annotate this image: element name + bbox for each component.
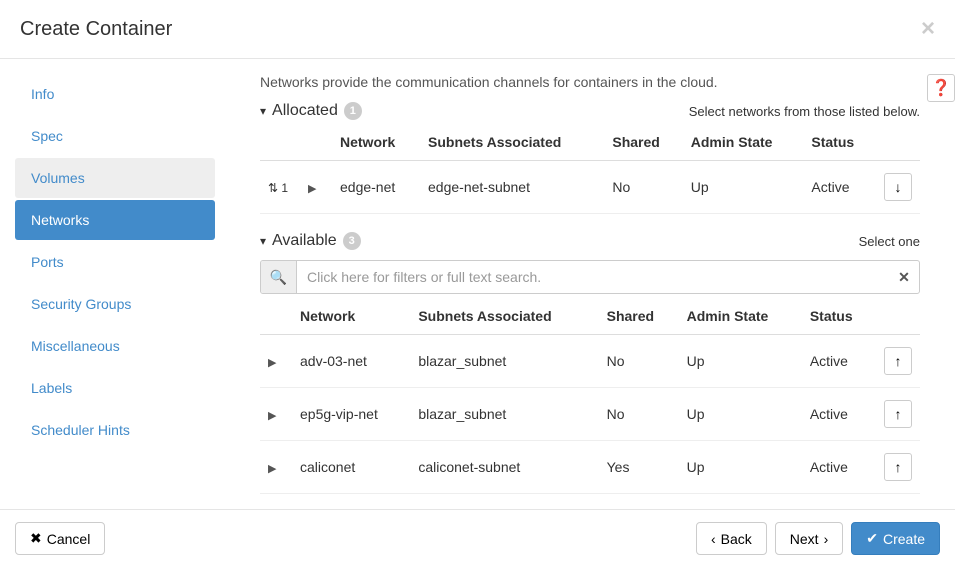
chevron-right-icon: › (824, 531, 829, 547)
cell-admin: Up (679, 335, 802, 388)
cell-status: Active (802, 388, 876, 441)
sidebar-item-ports[interactable]: Ports (15, 242, 215, 282)
sidebar-item-miscellaneous[interactable]: Miscellaneous (15, 326, 215, 366)
check-icon: ✔ (866, 530, 878, 547)
cell-shared: No (599, 388, 679, 441)
cell-shared: No (604, 161, 682, 214)
col-status: Status (803, 124, 876, 161)
col-subnets: Subnets Associated (420, 124, 604, 161)
col-status: Status (802, 298, 876, 335)
cancel-button[interactable]: ✖ Cancel (15, 522, 105, 555)
chevron-right-icon[interactable]: ▶ (268, 462, 280, 475)
allocated-count-badge: 1 (344, 102, 362, 120)
col-subnets: Subnets Associated (410, 298, 598, 335)
allocated-title: Allocated (272, 102, 338, 120)
back-label: Back (721, 531, 752, 547)
cell-subnets: blazar_subnet (410, 388, 598, 441)
modal-title: Create Container (20, 18, 172, 41)
sidebar-item-volumes[interactable]: Volumes (15, 158, 215, 198)
next-button[interactable]: Next › (775, 522, 843, 555)
sidebar-item-networks[interactable]: Networks (15, 200, 215, 240)
add-button[interactable]: ↑ (884, 347, 912, 375)
search-icon[interactable]: 🔍 (261, 261, 297, 293)
table-row: ▶ adv-03-netblazar_subnetNoUpActive ↑ (260, 335, 920, 388)
intro-text: Networks provide the communication chann… (260, 74, 920, 90)
col-network: Network (332, 124, 420, 161)
table-row: ⇅ 1 ▶ edge-netedge-net-subnetNoUpActive ↓ (260, 161, 920, 214)
add-button[interactable]: ↑ (884, 400, 912, 428)
allocated-hint: Select networks from those listed below. (689, 104, 920, 119)
cell-network: adv-03-net (292, 335, 410, 388)
next-label: Next (790, 531, 819, 547)
search-input[interactable] (297, 261, 889, 293)
question-icon: ❓ (931, 78, 951, 98)
back-button[interactable]: ‹ Back (696, 522, 767, 555)
col-shared: Shared (599, 298, 679, 335)
create-label: Create (883, 531, 925, 547)
sidebar: InfoSpecVolumesNetworksPortsSecurity Gro… (15, 74, 225, 494)
table-row: ▶ ep5g-vip-netblazar_subnetNoUpActive ↑ (260, 388, 920, 441)
chevron-right-icon[interactable]: ▶ (268, 356, 280, 369)
col-action (876, 298, 920, 335)
chevron-right-icon[interactable]: ▶ (308, 182, 320, 195)
cell-shared: No (599, 335, 679, 388)
col-reorder (260, 124, 300, 161)
available-count-badge: 3 (343, 232, 361, 250)
create-button[interactable]: ✔ Create (851, 522, 940, 555)
chevron-down-icon: ▾ (260, 104, 266, 118)
cell-status: Active (802, 441, 876, 494)
table-row: ▶ caliconetcaliconet-subnetYesUpActive ↑ (260, 441, 920, 494)
sidebar-item-info[interactable]: Info (15, 74, 215, 114)
arrow-up-icon: ↑ (895, 353, 902, 369)
clear-search-icon[interactable]: ✕ (889, 261, 919, 293)
col-admin: Admin State (683, 124, 804, 161)
help-button[interactable]: ❓ (927, 74, 955, 102)
cell-admin: Up (679, 388, 802, 441)
available-table: Network Subnets Associated Shared Admin … (260, 298, 920, 494)
col-action (876, 124, 920, 161)
add-button[interactable]: ↑ (884, 453, 912, 481)
remove-button[interactable]: ↓ (884, 173, 912, 201)
col-shared: Shared (604, 124, 682, 161)
available-title: Available (272, 232, 337, 250)
cell-admin: Up (679, 441, 802, 494)
cell-subnets: blazar_subnet (410, 335, 598, 388)
sidebar-item-spec[interactable]: Spec (15, 116, 215, 156)
allocated-table: Network Subnets Associated Shared Admin … (260, 124, 920, 214)
arrow-up-icon: ↑ (895, 459, 902, 475)
reorder-handle[interactable]: ⇅ 1 (268, 181, 288, 195)
chevron-right-icon[interactable]: ▶ (268, 409, 280, 422)
cell-network: caliconet (292, 441, 410, 494)
chevron-down-icon: ▾ (260, 234, 266, 248)
cell-network: edge-net (332, 161, 420, 214)
main-panel: Networks provide the communication chann… (225, 74, 940, 494)
allocated-toggle[interactable]: ▾ Allocated 1 (260, 102, 362, 120)
cell-status: Active (803, 161, 876, 214)
sidebar-item-security-groups[interactable]: Security Groups (15, 284, 215, 324)
cell-subnets: edge-net-subnet (420, 161, 604, 214)
cancel-label: Cancel (47, 531, 91, 547)
chevron-left-icon: ‹ (711, 531, 716, 547)
close-icon[interactable]: × (921, 15, 935, 43)
cell-admin: Up (683, 161, 804, 214)
cell-subnets: caliconet-subnet (410, 441, 598, 494)
col-network: Network (292, 298, 410, 335)
sidebar-item-scheduler-hints[interactable]: Scheduler Hints (15, 410, 215, 450)
close-icon: ✖ (30, 530, 42, 547)
cell-shared: Yes (599, 441, 679, 494)
cell-network: ep5g-vip-net (292, 388, 410, 441)
sidebar-item-labels[interactable]: Labels (15, 368, 215, 408)
search-bar: 🔍 ✕ (260, 260, 920, 294)
available-hint: Select one (859, 234, 920, 249)
col-expand (300, 124, 332, 161)
col-admin: Admin State (679, 298, 802, 335)
col-expand (260, 298, 292, 335)
arrow-down-icon: ↓ (895, 179, 902, 195)
available-toggle[interactable]: ▾ Available 3 (260, 232, 361, 250)
arrow-up-icon: ↑ (895, 406, 902, 422)
cell-status: Active (802, 335, 876, 388)
